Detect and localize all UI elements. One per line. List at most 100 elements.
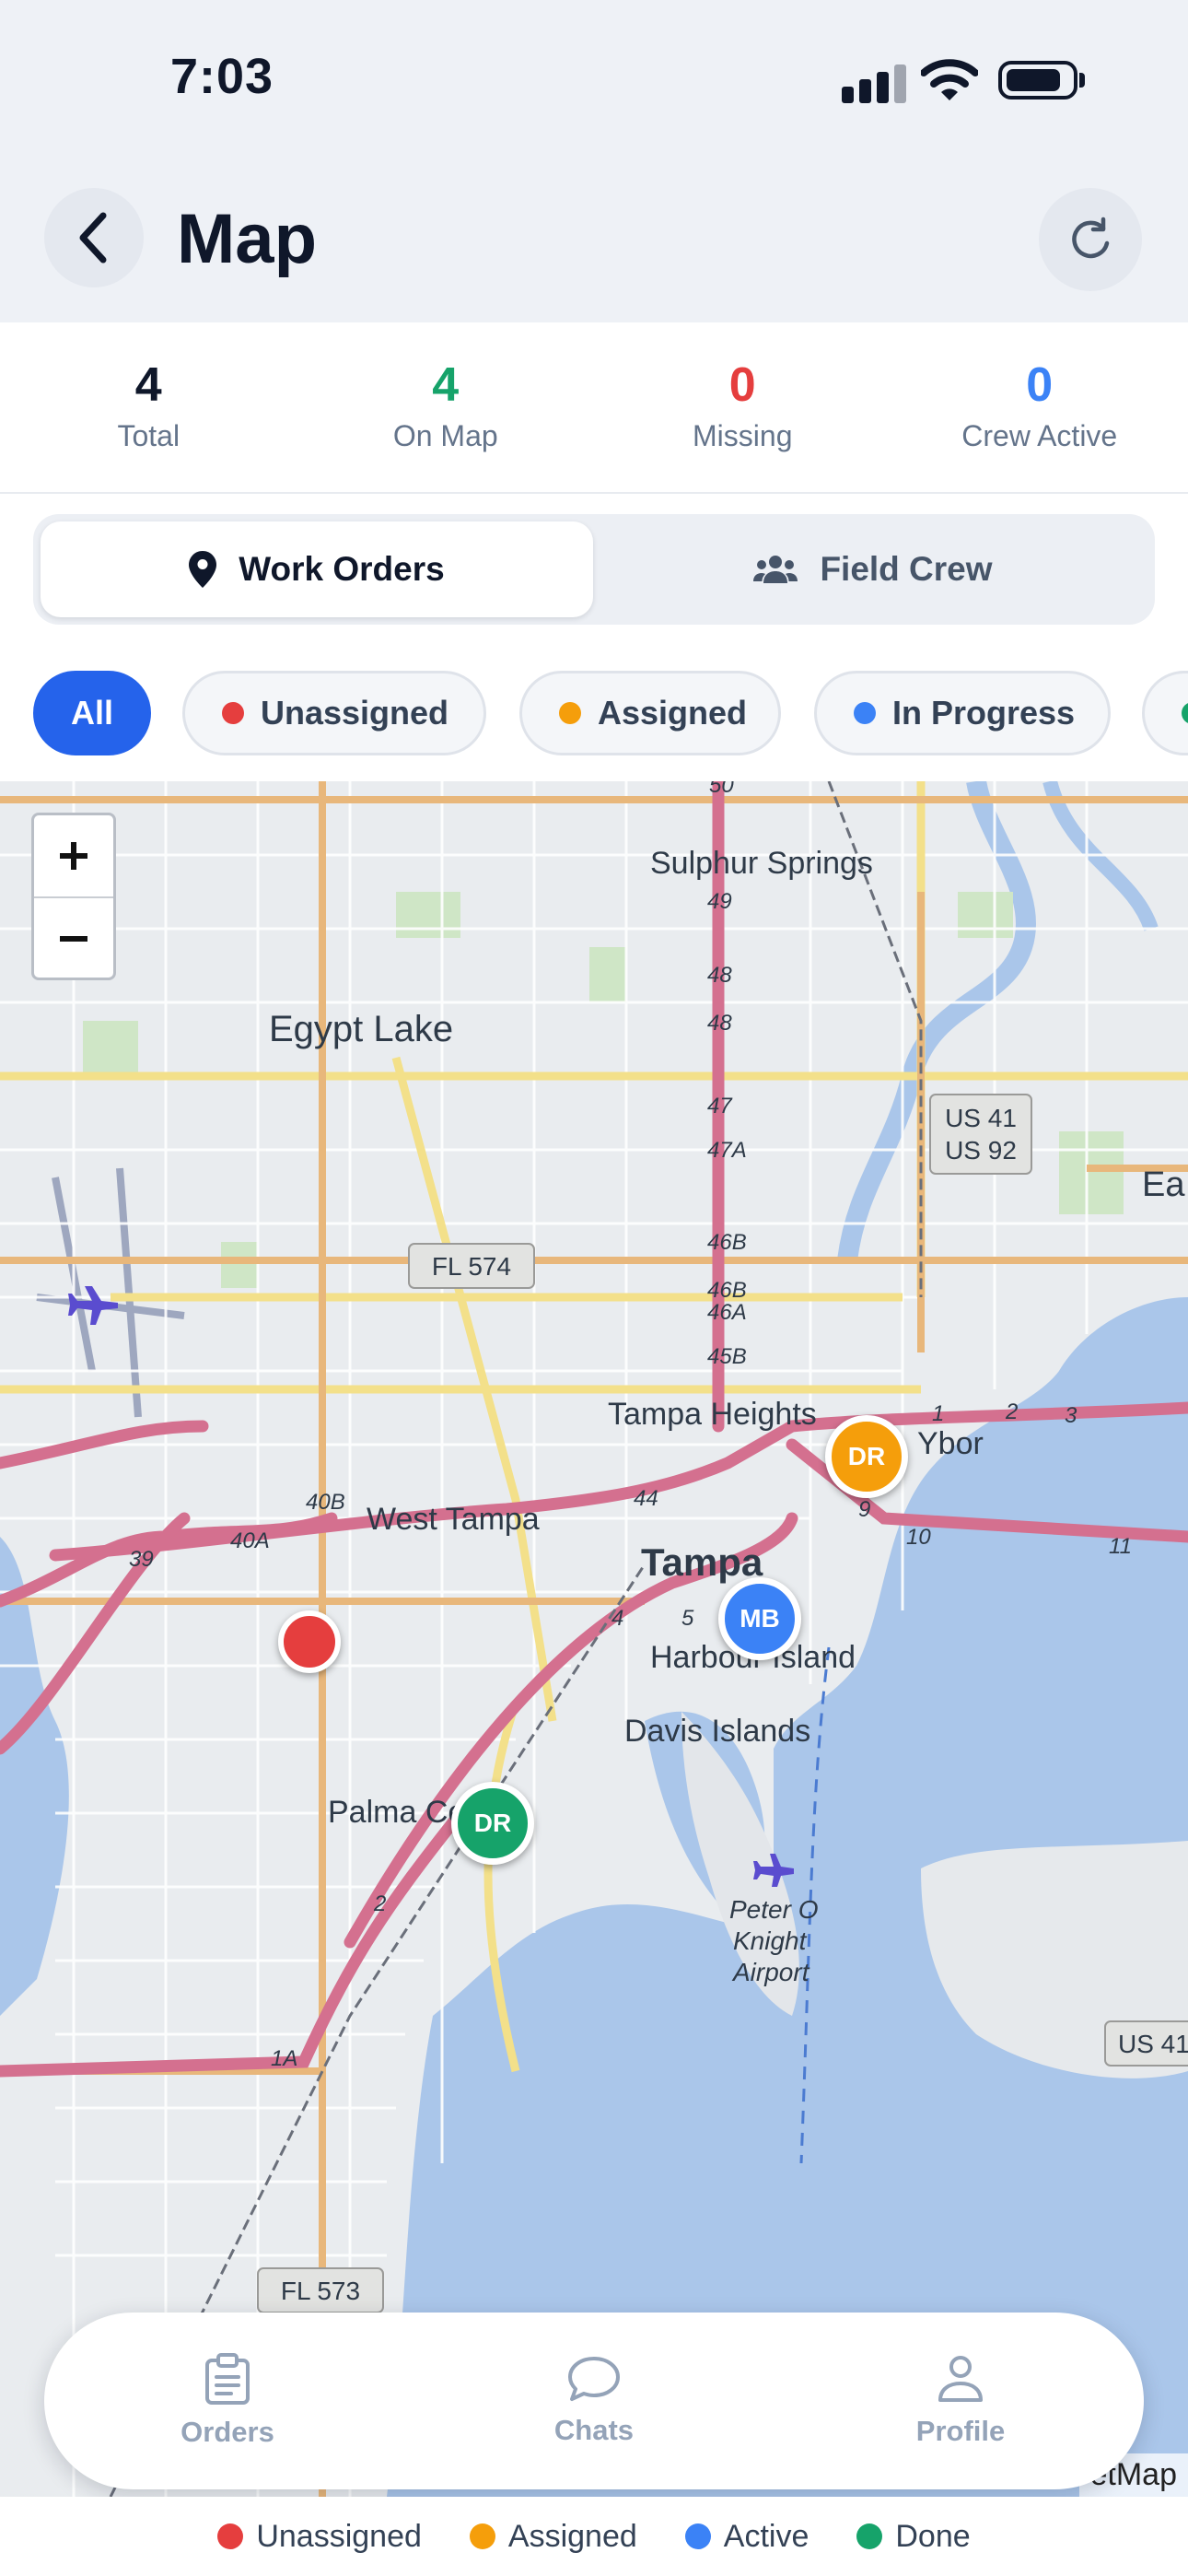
- svg-text:FL 573: FL 573: [281, 2277, 360, 2305]
- tab-orders-label: Orders: [181, 2416, 274, 2448]
- marker-initials: DR: [473, 1809, 512, 1837]
- filter-chip-in-progress-label: In Progress: [892, 694, 1076, 732]
- refresh-button[interactable]: [1039, 188, 1142, 291]
- legend-done-label: Done: [895, 2518, 971, 2554]
- clipboard-icon: [205, 2353, 250, 2405]
- label-peter-o: Peter O: [729, 1895, 818, 1924]
- shield-fl574: FL 574: [408, 1243, 535, 1289]
- filter-chip-all[interactable]: All: [33, 671, 151, 755]
- zoom-out-button[interactable]: [34, 896, 113, 979]
- tab-orders[interactable]: Orders: [44, 2313, 411, 2489]
- legend-active: Active: [684, 2518, 809, 2555]
- stat-crew-active-value: 0: [1026, 358, 1054, 412]
- unassigned-dot-icon: [222, 702, 244, 724]
- segmented-control: Work Orders Field Crew: [33, 514, 1155, 625]
- legend-assigned-label: Assigned: [507, 2518, 637, 2554]
- label-tampa: Tampa: [641, 1540, 763, 1584]
- done-legend-dot: [856, 2523, 883, 2549]
- marker-initials: MB: [740, 1604, 780, 1633]
- tab-field-crew-label: Field Crew: [820, 550, 993, 588]
- shield-fl573: FL 573: [257, 2267, 384, 2313]
- svg-text:48: 48: [707, 1011, 732, 1036]
- svg-text:5: 5: [681, 1606, 694, 1631]
- svg-text:39: 39: [129, 1547, 154, 1572]
- svg-text:2: 2: [373, 1891, 386, 1916]
- stat-total: 4 Total: [0, 322, 297, 492]
- minus-icon: [60, 936, 87, 942]
- svg-text:48: 48: [707, 963, 732, 988]
- person-icon: [938, 2356, 983, 2402]
- map-pin-icon: [189, 551, 217, 588]
- work-order-marker-assigned[interactable]: DR: [825, 1415, 908, 1498]
- status-filter-bar: All Unassigned Assigned In Progress: [0, 647, 1188, 781]
- stats-bar: 4 Total 4 On Map 0 Missing 0 Crew Active: [0, 322, 1188, 494]
- stat-on-map-value: 4: [432, 358, 460, 412]
- filter-chip-assigned[interactable]: Assigned: [519, 671, 781, 755]
- status-bar: 7:03: [0, 0, 1188, 157]
- svg-text:10: 10: [906, 1525, 931, 1550]
- legend-done: Done: [856, 2518, 971, 2555]
- chevron-left-icon: [79, 212, 107, 263]
- svg-text:2: 2: [1005, 1399, 1018, 1424]
- svg-text:FL 574: FL 574: [432, 1252, 511, 1281]
- svg-text:US 41: US 41: [1118, 2030, 1188, 2058]
- refresh-icon: [1072, 217, 1110, 259]
- active-legend-dot: [684, 2523, 711, 2549]
- svg-text:11: 11: [1109, 1534, 1132, 1559]
- stat-missing: 0 Missing: [594, 322, 891, 492]
- label-tampa-heights: Tampa Heights: [608, 1397, 817, 1432]
- svg-text:1: 1: [932, 1401, 944, 1426]
- chat-bubble-icon: [568, 2357, 620, 2401]
- tab-work-orders[interactable]: Work Orders: [41, 521, 593, 617]
- unassigned-legend-dot: [217, 2523, 244, 2549]
- work-order-marker-unassigned[interactable]: [278, 1610, 341, 1673]
- battery-cap: [1079, 73, 1085, 88]
- svg-text:49: 49: [707, 889, 732, 914]
- users-icon: [753, 556, 798, 583]
- work-order-marker-done[interactable]: DR: [451, 1782, 534, 1865]
- back-button[interactable]: [44, 188, 144, 287]
- svg-text:US 41: US 41: [945, 1104, 1017, 1132]
- status-time: 7:03: [170, 49, 274, 104]
- filter-chip-all-label: All: [70, 694, 113, 732]
- map-base-layer: Sulphur Springs Egypt Lake Tampa Heights…: [0, 781, 1188, 2497]
- bottom-tab-bar: Orders Chats Profile: [44, 2313, 1144, 2489]
- view-switcher: Work Orders Field Crew: [0, 494, 1188, 647]
- filter-chip-done[interactable]: [1142, 671, 1188, 755]
- label-davis-islands: Davis Islands: [624, 1714, 810, 1749]
- wifi-icon: [921, 59, 978, 100]
- work-order-marker-active[interactable]: MB: [718, 1577, 801, 1660]
- svg-text:50: 50: [709, 781, 734, 798]
- svg-text:46B: 46B: [707, 1230, 747, 1255]
- svg-text:46A: 46A: [707, 1300, 747, 1325]
- label-ybor: Ybor: [917, 1426, 984, 1461]
- svg-text:40A: 40A: [230, 1528, 270, 1553]
- tab-field-crew[interactable]: Field Crew: [597, 521, 1149, 617]
- filter-chip-unassigned-label: Unassigned: [261, 694, 449, 732]
- label-airport: Airport: [731, 1958, 810, 1986]
- zoom-in-button[interactable]: [34, 815, 113, 896]
- filter-chip-in-progress[interactable]: In Progress: [814, 671, 1111, 755]
- page-title: Map: [177, 200, 317, 278]
- label-palma-ceia: Palma Ce: [328, 1795, 465, 1830]
- map-legend: Unassigned Assigned Active Done: [0, 2497, 1188, 2576]
- svg-text:45B: 45B: [707, 1344, 747, 1369]
- shield-us41-us92: US 41 US 92: [929, 1094, 1032, 1175]
- map-view[interactable]: Sulphur Springs Egypt Lake Tampa Heights…: [0, 781, 1188, 2497]
- label-east: Ea: [1142, 1165, 1185, 1204]
- svg-text:1A: 1A: [271, 2046, 297, 2071]
- tab-profile-label: Profile: [915, 2415, 1006, 2447]
- filter-chip-unassigned[interactable]: Unassigned: [182, 671, 486, 755]
- label-egypt-lake: Egypt Lake: [269, 1009, 453, 1049]
- zoom-controls: [31, 813, 116, 980]
- stat-crew-active-label: Crew Active: [961, 419, 1118, 452]
- legend-active-label: Active: [723, 2518, 809, 2554]
- stat-total-label: Total: [117, 419, 181, 452]
- svg-text:9: 9: [858, 1497, 870, 1522]
- stat-on-map: 4 On Map: [297, 322, 595, 492]
- assigned-dot-icon: [559, 702, 581, 724]
- marker-initials: DR: [847, 1442, 886, 1470]
- tab-chats[interactable]: Chats: [411, 2313, 777, 2489]
- stat-missing-value: 0: [728, 358, 756, 412]
- tab-profile[interactable]: Profile: [777, 2313, 1144, 2489]
